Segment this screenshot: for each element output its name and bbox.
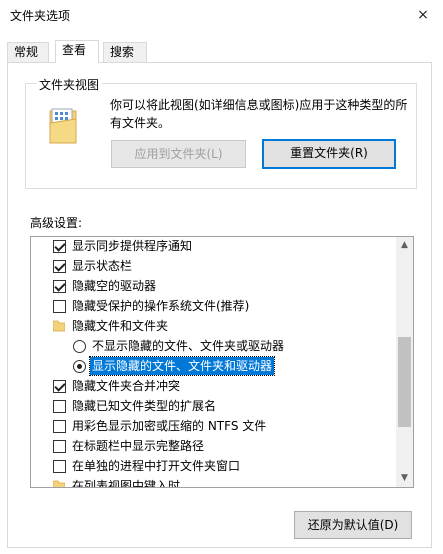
radio-selected[interactable] <box>73 360 86 373</box>
tab-search[interactable]: 搜索 <box>103 42 147 62</box>
advanced-settings-label: 高级设置: <box>30 216 83 230</box>
list-item-label: 显示同步提供程序通知 <box>72 239 193 253</box>
checkbox-unchecked[interactable] <box>53 440 66 453</box>
list-item-label: 不显示隐藏的文件、文件夹或驱动器 <box>92 339 285 353</box>
close-icon[interactable]: × <box>413 5 433 25</box>
scroll-down-icon[interactable]: ▼ <box>396 470 413 487</box>
folder-icon <box>53 480 65 487</box>
title-bar: 文件夹选项 × <box>0 0 443 30</box>
list-item-label: 在列表视图中键入时 <box>72 479 181 488</box>
checkbox-unchecked[interactable] <box>53 460 66 473</box>
list-item-label: 显示隐藏的文件、文件夹和驱动器 <box>88 356 276 376</box>
checkbox-checked[interactable] <box>53 260 66 273</box>
list-item-label: 显示状态栏 <box>72 259 133 273</box>
checkbox-unchecked[interactable] <box>53 420 66 433</box>
window-title: 文件夹选项 <box>10 9 71 23</box>
apply-to-folders-button[interactable]: 应用到文件夹(L) <box>111 140 246 168</box>
folder-views-title: 文件夹视图 <box>36 76 103 93</box>
scrollbar-thumb[interactable] <box>398 337 411 427</box>
restore-defaults-button[interactable]: 还原为默认值(D) <box>294 511 412 539</box>
list-item-label: 在标题栏中显示完整路径 <box>72 439 205 453</box>
radio-unselected[interactable] <box>73 340 86 353</box>
checkbox-checked[interactable] <box>53 240 66 253</box>
list-item-label: 隐藏受保护的操作系统文件(推荐) <box>72 299 250 313</box>
folder-views-icon <box>49 108 77 144</box>
folder-views-description: 你可以将此视图(如详细信息或图标)应用于这种类型的所有文件夹。 <box>110 98 408 130</box>
tab-general[interactable]: 常规 <box>7 42 49 62</box>
scroll-up-icon[interactable]: ▲ <box>396 237 413 254</box>
tab-view[interactable]: 查看 <box>55 40 99 63</box>
checkbox-unchecked[interactable] <box>53 400 66 413</box>
folder-icon <box>53 320 65 332</box>
list-item-label: 隐藏文件和文件夹 <box>72 319 169 333</box>
checkbox-checked[interactable] <box>53 280 66 293</box>
vertical-scrollbar[interactable]: ▲ ▼ <box>396 237 413 487</box>
checkbox-unchecked[interactable] <box>53 300 66 313</box>
list-item-label: 用彩色显示加密或压缩的 NTFS 文件 <box>72 419 267 433</box>
list-item-label: 在单独的进程中打开文件夹窗口 <box>72 459 241 473</box>
checkbox-checked[interactable] <box>53 380 66 393</box>
reset-folders-button[interactable]: 重置文件夹(R) <box>262 139 396 169</box>
list-item-label: 隐藏空的驱动器 <box>72 279 157 293</box>
advanced-settings-list[interactable]: 显示同步提供程序通知 显示状态栏 隐藏空的驱动器 隐藏受保护的操作系统文件(推荐… <box>30 236 414 488</box>
list-item-label: 隐藏已知文件类型的扩展名 <box>72 399 217 413</box>
list-item-label: 隐藏文件夹合并冲突 <box>72 379 181 393</box>
